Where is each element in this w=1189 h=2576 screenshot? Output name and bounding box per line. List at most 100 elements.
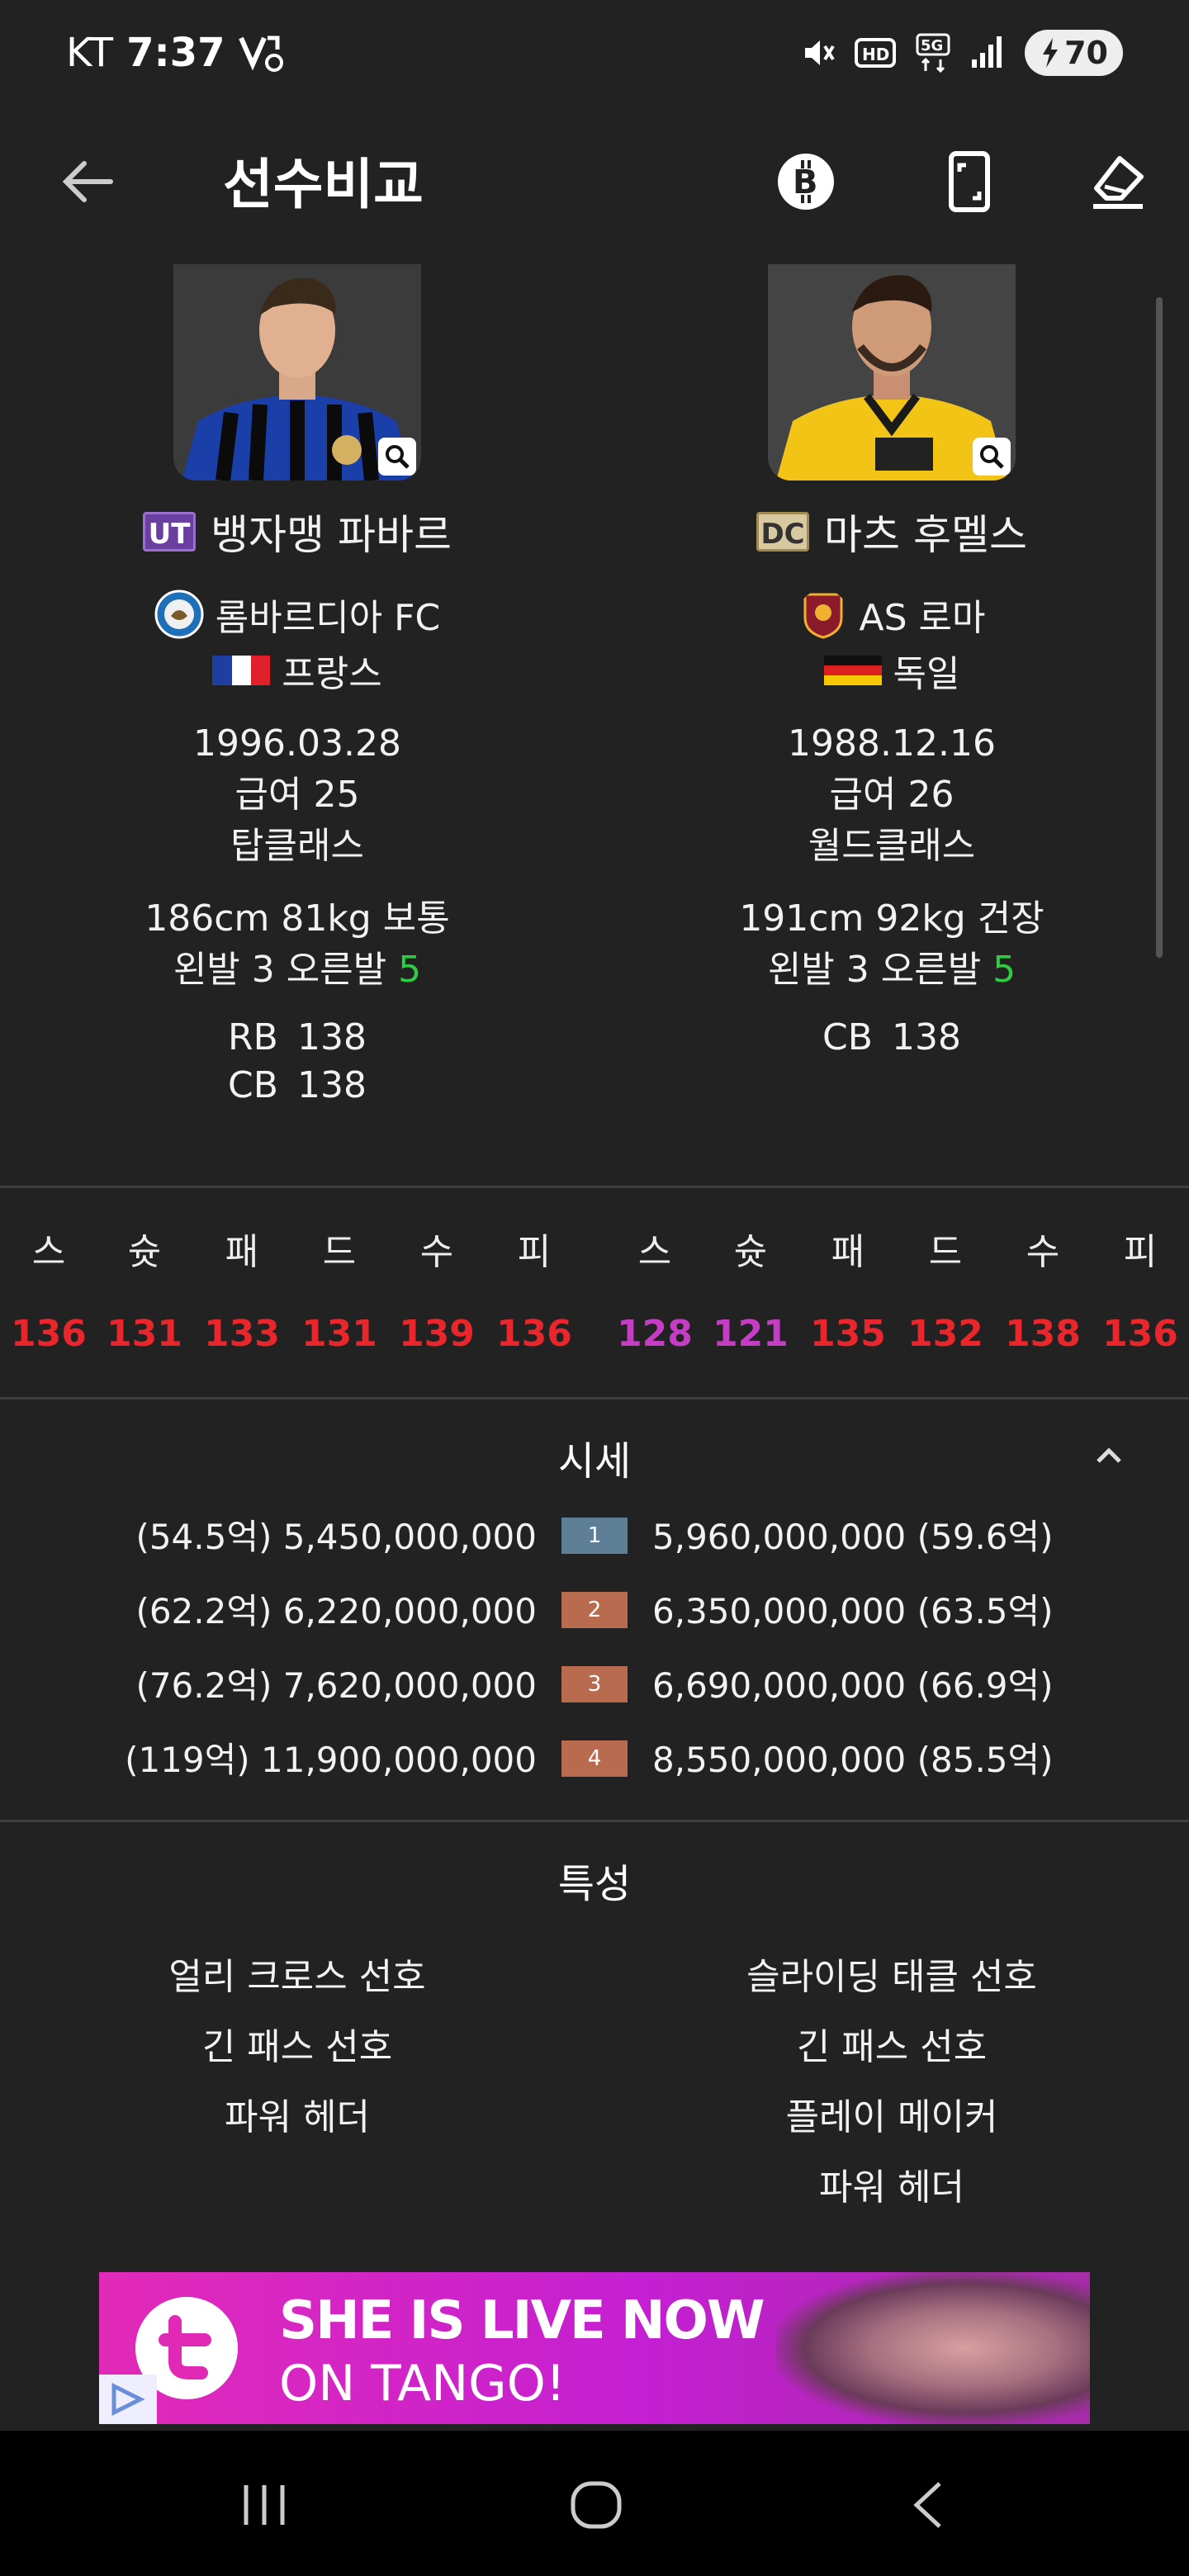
carrier-label: KT xyxy=(66,30,114,76)
price-row: (119억) 11,900,000,000 4 8,550,000,000 (8… xyxy=(0,1726,1189,1783)
stat-value: 128 xyxy=(617,1313,693,1355)
price-row: (54.5억) 5,450,000,000 1 5,960,000,000 (5… xyxy=(0,1503,1189,1560)
season-badge: DC xyxy=(756,512,810,552)
back-arrow-icon[interactable] xyxy=(56,149,122,215)
status-bar: KT 7:37 HD 5G 70 xyxy=(0,0,1189,107)
svg-text:5G: 5G xyxy=(921,37,943,54)
nation-name: 독일 xyxy=(893,653,960,695)
stat-column: 슛 131 xyxy=(96,1222,193,1355)
stat-column: 피 136 xyxy=(486,1222,583,1355)
magnifier-icon xyxy=(980,445,1004,469)
player-photo[interactable] xyxy=(173,264,421,481)
stat-value: 132 xyxy=(907,1313,983,1355)
svg-text:HD: HD xyxy=(862,45,889,64)
price-row: (76.2억) 7,620,000,000 3 6,690,000,000 (6… xyxy=(0,1651,1189,1709)
price-right: 8,550,000,000 (85.5억) xyxy=(652,1740,1054,1780)
zoom-button[interactable] xyxy=(378,438,416,476)
traits-left: 얼리 크로스 선호 긴 패스 선호 파워 헤더 xyxy=(0,1942,594,2152)
price-left: (119억) 11,900,000,000 xyxy=(125,1740,537,1780)
stat-column: 드 131 xyxy=(291,1222,388,1355)
divider xyxy=(0,1820,1189,1822)
grade: 월드클래스 xyxy=(808,825,976,867)
coin-icon[interactable]: B xyxy=(775,150,837,213)
club-logo-icon xyxy=(803,593,842,639)
body-info: 191cm 92kg 건장 xyxy=(739,897,1045,940)
charging-icon xyxy=(1043,38,1059,68)
trait-item: 긴 패스 선호 xyxy=(796,2026,988,2068)
stat-value: 138 xyxy=(1005,1313,1081,1355)
trait-item: 플레이 메이커 xyxy=(785,2096,998,2138)
germany-flag-icon xyxy=(823,656,882,685)
salary: 급여 26 xyxy=(829,774,955,816)
club-logo-icon xyxy=(154,590,204,639)
trait-item: 슬라이딩 태클 선호 xyxy=(746,1956,1037,1998)
foot-info: 왼발 3 오른발 5 xyxy=(173,949,422,991)
ad-image xyxy=(776,2272,1090,2424)
stat-column: 피 136 xyxy=(1092,1222,1189,1355)
player-photo[interactable] xyxy=(768,264,1016,481)
price-left: (76.2억) 7,620,000,000 xyxy=(135,1665,537,1706)
birth-date: 1996.03.28 xyxy=(193,722,401,765)
chevron-up-icon[interactable] xyxy=(1088,1435,1130,1476)
trait-item: 긴 패스 선호 xyxy=(201,2026,393,2068)
app-header: 선수비교 B xyxy=(0,124,1189,239)
page-title: 선수비교 xyxy=(223,153,424,216)
enhance-level-badge: 4 xyxy=(561,1740,628,1777)
eraser-icon[interactable] xyxy=(1087,150,1149,213)
zoom-button[interactable] xyxy=(973,438,1011,476)
clock: 7:37 xyxy=(126,30,225,76)
trait-item: 파워 헤더 xyxy=(225,2096,370,2138)
player-card-left: UT 뱅자맹 파바르 롬바르디아 FC 프랑스 1996.03.28 급여 25… xyxy=(0,264,594,1110)
divider xyxy=(0,1397,1189,1399)
signal-icon xyxy=(972,36,1002,68)
traits-section-title: 특성 xyxy=(557,1861,632,1907)
position-row: CB 138 xyxy=(228,1064,367,1106)
trait-item: 얼리 크로스 선호 xyxy=(168,1956,426,1998)
divider xyxy=(0,1186,1189,1188)
player-card-right: DC 마츠 후멜스 AS 로마 독일 1988.12.16 급여 26 월드클래… xyxy=(594,264,1189,1062)
stat-column: 패 133 xyxy=(193,1222,291,1355)
position-list: RB 138 CB 138 xyxy=(228,1014,367,1110)
position-row: CB 138 xyxy=(822,1016,961,1058)
body-info: 186cm 81kg 보통 xyxy=(144,897,450,940)
price-row: (62.2억) 6,220,000,000 2 6,350,000,000 (6… xyxy=(0,1577,1189,1635)
enhance-level-badge: 1 xyxy=(561,1518,628,1554)
player-name: 뱅자맹 파바르 xyxy=(211,511,452,559)
stat-value: 133 xyxy=(204,1313,280,1355)
traits-right: 슬라이딩 태클 선호 긴 패스 선호 플레이 메이커 파워 헤더 xyxy=(594,1942,1189,2223)
club-name: AS 로마 xyxy=(859,597,986,639)
position-list: CB 138 xyxy=(822,1014,961,1062)
magnifier-icon xyxy=(386,445,410,469)
back-nav-icon[interactable] xyxy=(908,2480,950,2530)
recent-apps-icon[interactable] xyxy=(239,2480,289,2530)
foot-info: 왼발 3 오른발 5 xyxy=(767,949,1016,991)
france-flag-icon xyxy=(212,656,271,685)
position-row: RB 138 xyxy=(228,1016,367,1058)
price-right: 6,690,000,000 (66.9억) xyxy=(652,1665,1054,1706)
price-left: (62.2억) 6,220,000,000 xyxy=(135,1591,537,1631)
home-icon[interactable] xyxy=(570,2480,623,2530)
player-name: 마츠 후멜스 xyxy=(824,511,1027,559)
screenshot-icon[interactable] xyxy=(938,150,1001,213)
5g-icon: 5G xyxy=(916,33,950,73)
stat-value: 131 xyxy=(301,1313,377,1355)
price-left: (54.5억) 5,450,000,000 xyxy=(135,1517,537,1557)
vpn-wifi-icon xyxy=(239,36,284,72)
enhance-level-badge: 2 xyxy=(561,1592,628,1628)
svg-text:B: B xyxy=(793,163,818,201)
battery-indicator: 70 xyxy=(1025,30,1123,76)
stat-value: 136 xyxy=(11,1313,87,1355)
price-right: 5,960,000,000 (59.6억) xyxy=(652,1517,1054,1557)
stat-column: 슛 121 xyxy=(702,1222,799,1355)
ad-banner[interactable]: SHE IS LIVE NOW ON TANGO! xyxy=(99,2272,1090,2424)
stat-value: 121 xyxy=(713,1313,789,1355)
stat-column: 수 138 xyxy=(994,1222,1092,1355)
stat-value: 136 xyxy=(1102,1313,1178,1355)
ad-choices-icon[interactable] xyxy=(99,2375,157,2424)
stat-value: 131 xyxy=(107,1313,182,1355)
ad-headline: SHE IS LIVE NOW xyxy=(279,2290,765,2351)
enhance-level-badge: 3 xyxy=(561,1666,628,1702)
stat-value: 136 xyxy=(496,1313,572,1355)
price-right: 6,350,000,000 (63.5억) xyxy=(652,1591,1054,1631)
stat-column: 수 139 xyxy=(388,1222,486,1355)
